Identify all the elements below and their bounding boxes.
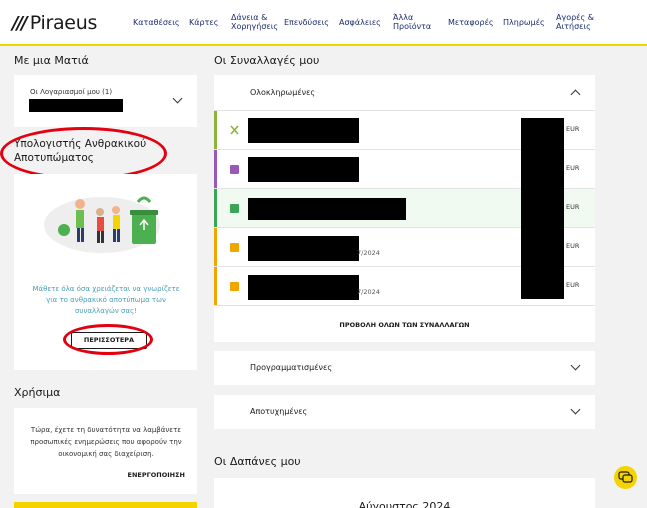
nav-loans[interactable]: Δάνεια & Χορηγήσεις: [231, 13, 278, 31]
chat-icon: [618, 471, 633, 483]
accounts-label: Οι Λογαριασμοί μου (1): [30, 88, 113, 96]
currency: EUR: [566, 281, 580, 289]
chevron-up-icon[interactable]: [570, 89, 581, 100]
chevron-down-icon[interactable]: [570, 404, 581, 415]
nav-investments[interactable]: Επενδύσεις: [284, 18, 329, 27]
carbon-text: Μάθετε όλα όσα χρειάζεται να γνωρίζετε γ…: [32, 285, 180, 315]
expenses-card: Αύγουστος 2024: [214, 478, 595, 508]
chevron-down-icon[interactable]: [570, 360, 581, 371]
category-bar: [214, 111, 217, 149]
piraeus-logo[interactable]: /// Piraeus: [12, 12, 97, 34]
category-bar: [214, 150, 217, 188]
account-number-redacted: [29, 99, 123, 112]
nav-transfers[interactable]: Μεταφορές: [448, 18, 494, 27]
redacted-description: [248, 118, 359, 143]
completed-header[interactable]: Ολοκληρωμένες: [214, 75, 595, 111]
redacted-description: [248, 157, 359, 182]
category-bar: [214, 189, 217, 227]
category-bar: [214, 267, 217, 305]
view-all-row: ΠΡΟΒΟΛΗ ΟΛΩΝ ΤΩΝ ΣΥΝΑΛΛΑΓΩΝ: [214, 306, 595, 342]
transaction-row[interactable]: EUR: [214, 111, 595, 157]
category-bar: [214, 228, 217, 266]
failed-header[interactable]: Αποτυχημένες: [214, 395, 595, 429]
redacted-description: [248, 275, 359, 300]
nav-purchases-line1: Αγορές &: [556, 13, 594, 22]
logo-mark: ///: [12, 12, 28, 34]
currency: EUR: [566, 125, 580, 133]
nav-other-products[interactable]: Άλλα Προϊόντα: [393, 13, 431, 31]
nav-purchases-line2: Αιτήσεις: [556, 22, 591, 31]
nav-deposits[interactable]: Καταθέσεις: [133, 18, 180, 27]
more-button[interactable]: ΠΕΡΙΣΣΟΤΕΡΑ: [71, 332, 147, 349]
useful-text: Τώρα, έχετε τη δυνατότητα να λαμβάνετε π…: [30, 426, 182, 458]
failed-label: Αποτυχημένες: [250, 407, 308, 416]
transaction-row[interactable]: 7/2024 EUR: [214, 228, 595, 267]
activate-link[interactable]: ΕΝΕΡΓΟΠΟΙΗΣΗ: [128, 471, 185, 479]
redacted-amount: [521, 189, 564, 228]
view-all-link[interactable]: ΠΡΟΒΟΛΗ ΟΛΩΝ ΤΩΝ ΣΥΝΑΛΛΑΓΩΝ: [214, 321, 595, 329]
expenses-title: Οι Δαπάνες μου: [214, 455, 301, 468]
transaction-row[interactable]: EUR: [214, 189, 595, 228]
redacted-amount: [521, 150, 564, 189]
glance-title: Με μια Ματιά: [14, 54, 89, 67]
accounts-card[interactable]: Οι Λογαριασμοί μου (1): [14, 75, 197, 127]
chevron-down-icon[interactable]: [172, 93, 183, 104]
nav-purchases[interactable]: Αγορές & Αιτήσεις: [556, 13, 594, 31]
useful-card: Τώρα, έχετε τη δυνατότητα να λαμβάνετε π…: [14, 408, 197, 494]
scheduled-label: Προγραμματισμένες: [250, 363, 333, 372]
scheduled-header[interactable]: Προγραμματισμένες: [214, 351, 595, 385]
currency: EUR: [566, 242, 580, 250]
redacted-description: [248, 236, 359, 261]
top-header: /// Piraeus Καταθέσεις Κάρτες Δάνεια & Χ…: [0, 0, 647, 46]
nav-cards[interactable]: Κάρτες: [189, 18, 218, 27]
transaction-row[interactable]: 7/2024 EUR: [214, 267, 595, 306]
completed-label: Ολοκληρωμένες: [250, 88, 316, 97]
redacted-amount: [521, 228, 564, 267]
fork-knife-icon: [230, 125, 239, 135]
wallet-icon: [230, 282, 239, 291]
nav-insurance[interactable]: Ασφάλειες: [339, 18, 381, 27]
expenses-month: Αύγουστος 2024: [358, 500, 451, 508]
chat-button[interactable]: [614, 466, 637, 489]
transactions-title: Οι Συναλλαγές μου: [214, 54, 320, 67]
nav-other-line2: Προϊόντα: [393, 22, 432, 31]
yellow-banner: [14, 502, 197, 508]
redacted-amount: [521, 267, 564, 299]
currency: EUR: [566, 164, 580, 172]
carbon-illustration-icon: [44, 196, 160, 253]
receipt-icon: [230, 165, 239, 174]
currency: EUR: [566, 203, 580, 211]
nav-other-line1: Άλλα: [393, 13, 414, 22]
useful-title: Χρήσιμα: [14, 386, 61, 399]
nav-loans-line2: Χορηγήσεις: [231, 22, 279, 31]
nav-loans-line1: Δάνεια &: [231, 13, 268, 22]
wallet-icon: [230, 243, 239, 252]
transaction-date: 7/2024: [357, 249, 380, 257]
transaction-row[interactable]: EUR: [214, 150, 595, 189]
download-icon: [230, 204, 239, 213]
redacted-description: [248, 198, 406, 220]
logo-text: Piraeus: [29, 12, 98, 34]
nav-payments[interactable]: Πληρωμές: [503, 18, 545, 27]
carbon-title: Υπολογιστής Ανθρακικού Αποτυπώματος: [14, 138, 147, 164]
transaction-date: 7/2024: [357, 288, 380, 296]
